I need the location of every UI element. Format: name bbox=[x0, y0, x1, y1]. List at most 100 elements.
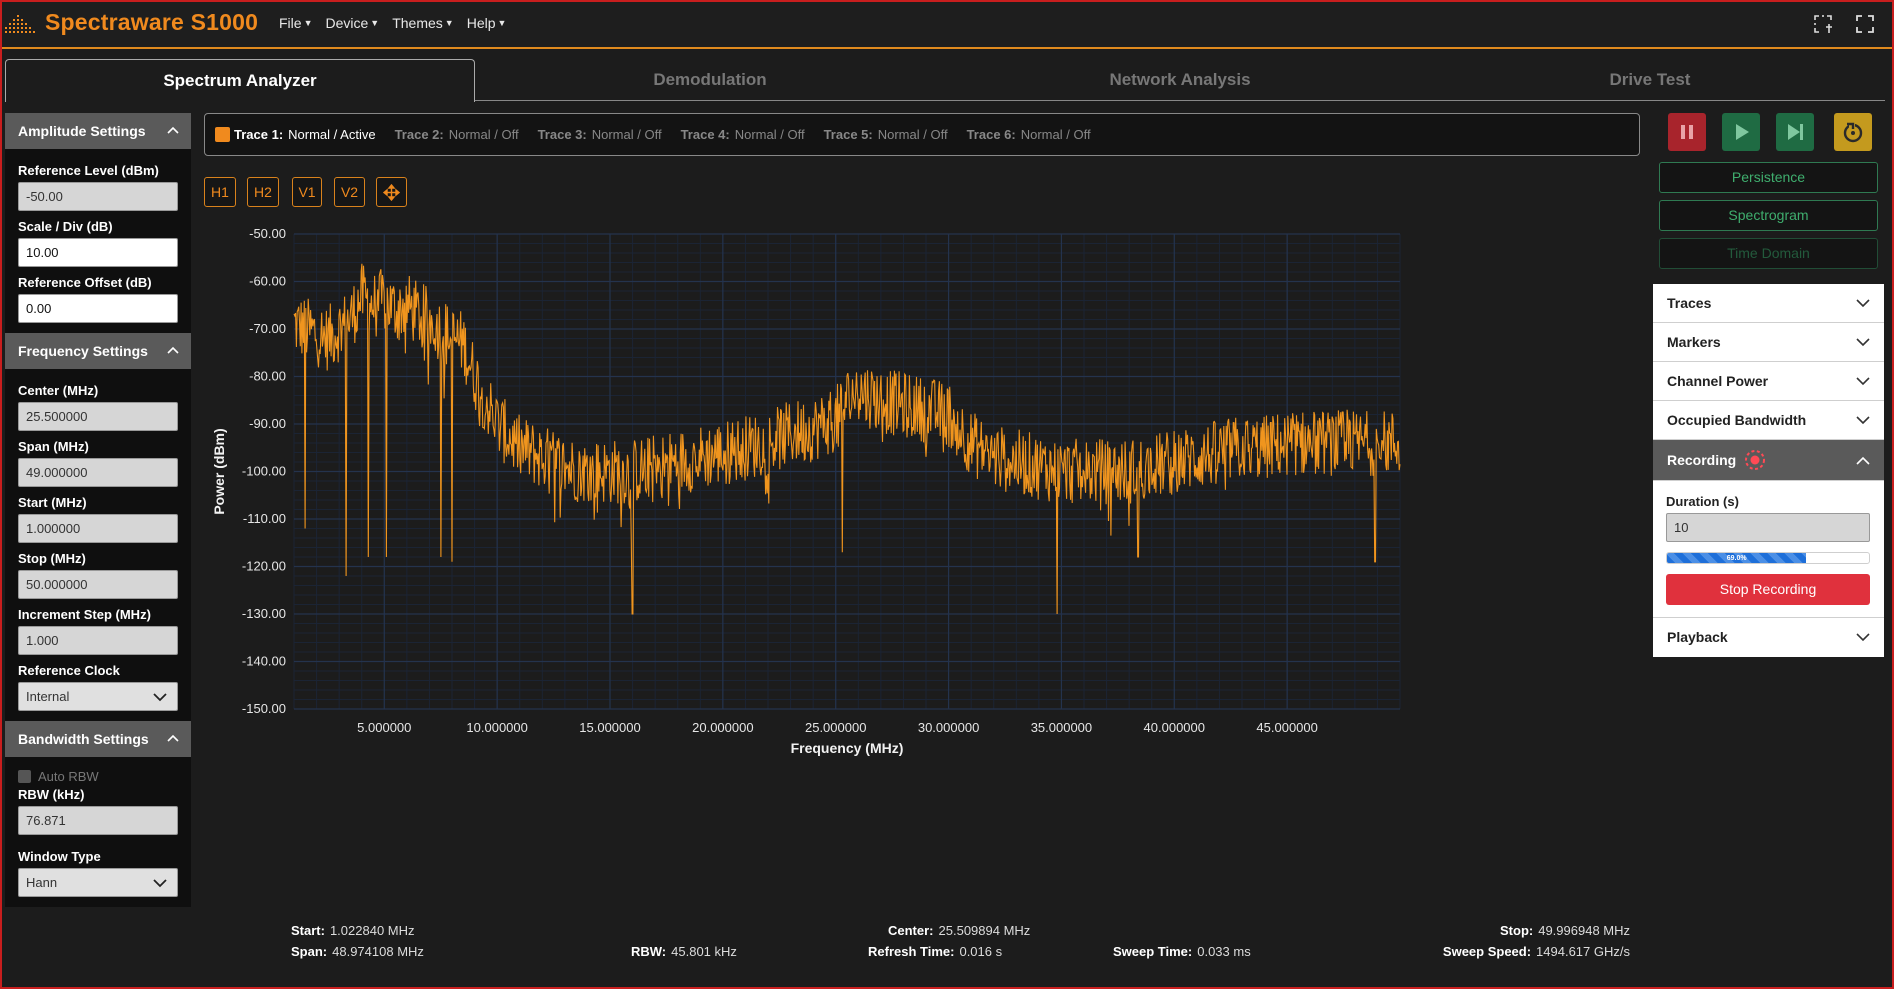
y-tick-label: -100.00 bbox=[242, 464, 286, 479]
increment-step-field[interactable]: 1.000 bbox=[18, 626, 178, 655]
y-tick-label: -120.00 bbox=[242, 559, 286, 574]
duration-field[interactable]: 10 bbox=[1666, 513, 1870, 542]
chevron-down-icon bbox=[153, 693, 167, 702]
stat-span-label: Span: bbox=[291, 944, 328, 959]
stat-center-label: Center: bbox=[888, 923, 934, 938]
screenshot-select-icon[interactable] bbox=[1813, 14, 1833, 34]
auto-rbw-row: Auto RBW bbox=[18, 769, 179, 784]
play-button[interactable] bbox=[1722, 113, 1760, 151]
marker-h2-button[interactable]: H2 bbox=[247, 177, 279, 207]
bandwidth-settings-header[interactable]: Bandwidth Settings bbox=[5, 721, 191, 757]
spectrum-trace-line bbox=[293, 263, 1401, 615]
logo-icon bbox=[5, 15, 35, 33]
trace-6[interactable]: Trace 6: Normal / Off bbox=[967, 127, 1091, 142]
trace-3[interactable]: Trace 3: Normal / Off bbox=[538, 127, 662, 142]
menu-bar: File ▼ Device ▼ Themes ▼ Help ▼ bbox=[279, 15, 519, 31]
spectrogram-button[interactable]: Spectrogram bbox=[1659, 200, 1878, 231]
y-tick-label: -80.00 bbox=[249, 369, 286, 384]
menu-device-label: Device bbox=[325, 15, 369, 31]
chevron-down-icon bbox=[1856, 633, 1870, 642]
single-step-button[interactable] bbox=[1776, 113, 1814, 151]
pause-button[interactable] bbox=[1668, 113, 1706, 151]
trace-4-name: Trace 4: bbox=[680, 127, 730, 142]
accordion-channel-power[interactable]: Channel Power bbox=[1653, 362, 1884, 401]
trace-4-status: Normal / Off bbox=[734, 127, 805, 142]
start-label: Start (MHz) bbox=[18, 495, 87, 510]
reference-clock-select[interactable]: Internal bbox=[18, 682, 178, 711]
scale-div-label: Scale / Div (dB) bbox=[18, 219, 113, 234]
increment-step-label: Increment Step (MHz) bbox=[18, 607, 151, 622]
marker-h1-button[interactable]: H1 bbox=[204, 177, 236, 207]
menu-themes-label: Themes bbox=[392, 15, 443, 31]
stop-recording-button[interactable]: Stop Recording bbox=[1666, 574, 1870, 605]
accordion-playback-label: Playback bbox=[1667, 629, 1728, 645]
spectrum-chart[interactable]: -50.00 -60.00 -70.00 -80.00 -90.00 -100.00 -11… bbox=[204, 222, 1644, 922]
tab-spectrum-analyzer[interactable]: Spectrum Analyzer bbox=[5, 59, 475, 102]
frequency-settings-header[interactable]: Frequency Settings bbox=[5, 333, 191, 369]
center-field[interactable]: 25.500000 bbox=[18, 402, 178, 431]
stat-sweep-time-label: Sweep Time: bbox=[1113, 944, 1193, 959]
trace-5[interactable]: Trace 5: Normal / Off bbox=[824, 127, 948, 142]
window-type-select[interactable]: Hann bbox=[18, 868, 178, 897]
trace-5-status: Normal / Off bbox=[877, 127, 948, 142]
stop-label: Stop (MHz) bbox=[18, 551, 86, 566]
stat-stop-label: Stop: bbox=[1500, 923, 1534, 938]
center-label: Center (MHz) bbox=[18, 383, 99, 398]
tab-network-analysis[interactable]: Network Analysis bbox=[945, 59, 1415, 101]
stat-stop: Stop: 49.996948 MHz bbox=[1500, 923, 1630, 938]
top-bar: Spectraware S1000 File ▼ Device ▼ Themes ▼ … bbox=[0, 0, 1894, 49]
reference-level-label: Reference Level (dBm) bbox=[18, 163, 159, 178]
menu-device[interactable]: Device ▼ bbox=[325, 15, 379, 31]
chevron-up-icon bbox=[1856, 456, 1870, 465]
tab-demodulation[interactable]: Demodulation bbox=[475, 59, 945, 101]
trace-4[interactable]: Trace 4: Normal / Off bbox=[681, 127, 805, 142]
y-tick-label: -110.00 bbox=[243, 511, 286, 526]
trace-2[interactable]: Trace 2: Normal / Off bbox=[395, 127, 519, 142]
time-domain-button[interactable]: Time Domain bbox=[1659, 238, 1878, 269]
amplitude-settings-body: Reference Level (dBm) -50.00 Scale / Div… bbox=[5, 149, 191, 333]
x-tick-label: 15.000000 bbox=[579, 720, 640, 735]
step-forward-icon bbox=[1788, 124, 1803, 140]
reference-offset-field[interactable]: 0.00 bbox=[18, 294, 178, 323]
rbw-field[interactable]: 76.871 bbox=[18, 806, 178, 835]
recording-body: Duration (s) 10 69.0% Stop Recording bbox=[1653, 481, 1884, 618]
marker-v2-button[interactable]: V2 bbox=[334, 177, 365, 207]
amplitude-settings-header[interactable]: Amplitude Settings bbox=[5, 113, 191, 149]
accordion-occupied-bandwidth[interactable]: Occupied Bandwidth bbox=[1653, 401, 1884, 440]
reset-button[interactable] bbox=[1834, 113, 1872, 151]
bandwidth-settings-title: Bandwidth Settings bbox=[18, 731, 149, 747]
start-field[interactable]: 1.000000 bbox=[18, 514, 178, 543]
accordion-channel-power-label: Channel Power bbox=[1667, 373, 1769, 389]
chevron-down-icon bbox=[153, 879, 167, 888]
tab-drive-test[interactable]: Drive Test bbox=[1415, 59, 1885, 101]
fullscreen-icon[interactable] bbox=[1855, 14, 1875, 34]
trace-1-swatch bbox=[215, 127, 230, 142]
auto-rbw-checkbox[interactable] bbox=[18, 770, 31, 783]
y-axis-label: Power (dBm) bbox=[211, 428, 227, 514]
span-label: Span (MHz) bbox=[18, 439, 89, 454]
accordion-recording[interactable]: Recording bbox=[1653, 440, 1884, 481]
x-tick-label: 5.000000 bbox=[357, 720, 411, 735]
scale-div-field[interactable]: 10.00 bbox=[18, 238, 178, 267]
reference-level-field[interactable]: -50.00 bbox=[18, 182, 178, 211]
accordion-traces[interactable]: Traces bbox=[1653, 284, 1884, 323]
caret-down-icon: ▼ bbox=[303, 18, 313, 28]
chevron-down-icon bbox=[1856, 299, 1870, 308]
x-tick-label: 25.000000 bbox=[805, 720, 866, 735]
menu-file[interactable]: File ▼ bbox=[279, 15, 312, 31]
menu-themes[interactable]: Themes ▼ bbox=[392, 15, 454, 31]
marker-v1-button[interactable]: V1 bbox=[292, 177, 322, 207]
y-tick-label: -130.00 bbox=[242, 606, 286, 621]
accordion-markers[interactable]: Markers bbox=[1653, 323, 1884, 362]
span-field[interactable]: 49.000000 bbox=[18, 458, 178, 487]
x-tick-label: 40.000000 bbox=[1144, 720, 1205, 735]
menu-help[interactable]: Help ▼ bbox=[467, 15, 507, 31]
pan-move-button[interactable] bbox=[376, 177, 407, 207]
stop-field[interactable]: 50.000000 bbox=[18, 570, 178, 599]
accordion-playback[interactable]: Playback bbox=[1653, 618, 1884, 657]
play-icon bbox=[1736, 124, 1749, 140]
caret-down-icon: ▼ bbox=[444, 18, 454, 28]
persistence-button[interactable]: Persistence bbox=[1659, 162, 1878, 193]
y-tick-label: -50.00 bbox=[249, 226, 286, 241]
trace-1[interactable]: Trace 1: Normal / Active bbox=[215, 127, 376, 142]
